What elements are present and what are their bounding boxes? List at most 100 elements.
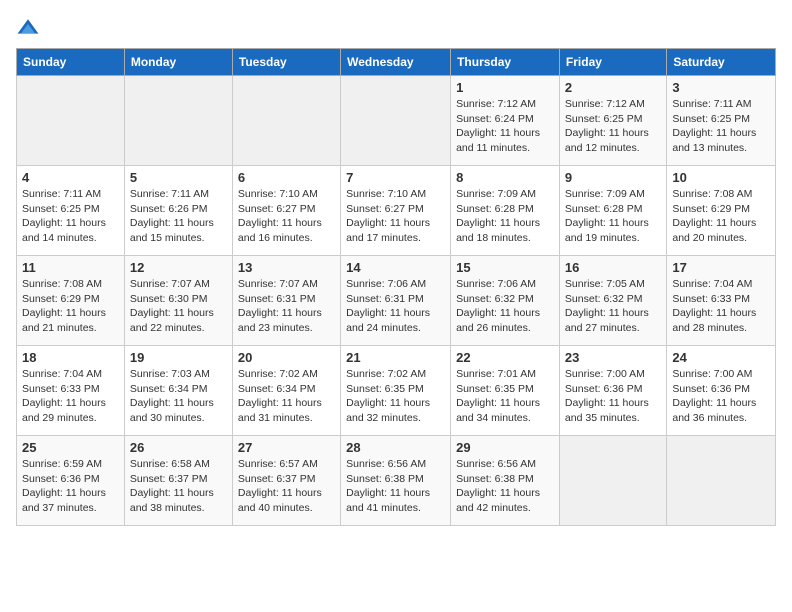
day-number: 5 xyxy=(130,170,227,185)
day-info: Sunrise: 6:57 AM Sunset: 6:37 PM Dayligh… xyxy=(238,457,335,516)
day-number: 24 xyxy=(672,350,770,365)
day-cell: 16 Sunrise: 7:05 AM Sunset: 6:32 PM Dayli… xyxy=(559,256,666,346)
day-number: 18 xyxy=(22,350,119,365)
day-cell: 6 Sunrise: 7:10 AM Sunset: 6:27 PM Daylig… xyxy=(232,166,340,256)
day-cell: 2 Sunrise: 7:12 AM Sunset: 6:25 PM Daylig… xyxy=(559,76,666,166)
day-cell: 7 Sunrise: 7:10 AM Sunset: 6:27 PM Daylig… xyxy=(341,166,451,256)
day-cell: 5 Sunrise: 7:11 AM Sunset: 6:26 PM Daylig… xyxy=(124,166,232,256)
day-info: Sunrise: 7:09 AM Sunset: 6:28 PM Dayligh… xyxy=(565,187,661,246)
day-info: Sunrise: 7:11 AM Sunset: 6:25 PM Dayligh… xyxy=(22,187,119,246)
day-info: Sunrise: 7:12 AM Sunset: 6:25 PM Dayligh… xyxy=(565,97,661,156)
col-header-monday: Monday xyxy=(124,49,232,76)
week-row-4: 18 Sunrise: 7:04 AM Sunset: 6:33 PM Dayli… xyxy=(17,346,776,436)
day-number: 13 xyxy=(238,260,335,275)
day-info: Sunrise: 7:08 AM Sunset: 6:29 PM Dayligh… xyxy=(672,187,770,246)
day-info: Sunrise: 7:03 AM Sunset: 6:34 PM Dayligh… xyxy=(130,367,227,426)
day-cell: 1 Sunrise: 7:12 AM Sunset: 6:24 PM Daylig… xyxy=(451,76,560,166)
day-number: 16 xyxy=(565,260,661,275)
day-number: 10 xyxy=(672,170,770,185)
day-number: 25 xyxy=(22,440,119,455)
day-cell: 14Sunrise: 7:06 AM Sunset: 6:31 PM Dayli… xyxy=(341,256,451,346)
day-number: 17 xyxy=(672,260,770,275)
week-row-2: 4 Sunrise: 7:11 AM Sunset: 6:25 PM Daylig… xyxy=(17,166,776,256)
day-info: Sunrise: 7:04 AM Sunset: 6:33 PM Dayligh… xyxy=(672,277,770,336)
day-info: Sunrise: 7:11 AM Sunset: 6:25 PM Dayligh… xyxy=(672,97,770,156)
day-cell: 17 Sunrise: 7:04 AM Sunset: 6:33 PM Dayli… xyxy=(667,256,776,346)
day-cell: 13Sunrise: 7:07 AM Sunset: 6:31 PM Dayli… xyxy=(232,256,340,346)
page-header xyxy=(16,16,776,40)
logo xyxy=(16,16,44,40)
day-cell: 24 Sunrise: 7:00 AM Sunset: 6:36 PM Dayli… xyxy=(667,346,776,436)
day-cell: 25Sunrise: 6:59 AM Sunset: 6:36 PM Dayli… xyxy=(17,436,125,526)
day-number: 1 xyxy=(456,80,554,95)
day-cell: 29Sunrise: 6:56 AM Sunset: 6:38 PM Dayli… xyxy=(451,436,560,526)
day-number: 15 xyxy=(456,260,554,275)
day-cell: 22Sunrise: 7:01 AM Sunset: 6:35 PM Dayli… xyxy=(451,346,560,436)
day-info: Sunrise: 7:07 AM Sunset: 6:30 PM Dayligh… xyxy=(130,277,227,336)
day-cell xyxy=(341,76,451,166)
day-info: Sunrise: 7:04 AM Sunset: 6:33 PM Dayligh… xyxy=(22,367,119,426)
day-number: 2 xyxy=(565,80,661,95)
day-info: Sunrise: 7:06 AM Sunset: 6:32 PM Dayligh… xyxy=(456,277,554,336)
day-cell: 4 Sunrise: 7:11 AM Sunset: 6:25 PM Daylig… xyxy=(17,166,125,256)
day-info: Sunrise: 7:00 AM Sunset: 6:36 PM Dayligh… xyxy=(672,367,770,426)
day-cell: 23Sunrise: 7:00 AM Sunset: 6:36 PM Dayli… xyxy=(559,346,666,436)
col-header-saturday: Saturday xyxy=(667,49,776,76)
col-header-tuesday: Tuesday xyxy=(232,49,340,76)
day-info: Sunrise: 6:58 AM Sunset: 6:37 PM Dayligh… xyxy=(130,457,227,516)
day-cell: 18 Sunrise: 7:04 AM Sunset: 6:33 PM Dayli… xyxy=(17,346,125,436)
day-info: Sunrise: 7:05 AM Sunset: 6:32 PM Dayligh… xyxy=(565,277,661,336)
day-number: 14 xyxy=(346,260,445,275)
col-header-wednesday: Wednesday xyxy=(341,49,451,76)
day-number: 3 xyxy=(672,80,770,95)
day-number: 6 xyxy=(238,170,335,185)
day-cell: 28 Sunrise: 6:56 AM Sunset: 6:38 PM Dayli… xyxy=(341,436,451,526)
day-number: 9 xyxy=(565,170,661,185)
day-cell: 19 Sunrise: 7:03 AM Sunset: 6:34 PM Dayli… xyxy=(124,346,232,436)
day-info: Sunrise: 7:02 AM Sunset: 6:34 PM Dayligh… xyxy=(238,367,335,426)
day-cell: 27 Sunrise: 6:57 AM Sunset: 6:37 PM Dayli… xyxy=(232,436,340,526)
day-cell: 9 Sunrise: 7:09 AM Sunset: 6:28 PM Daylig… xyxy=(559,166,666,256)
calendar-header: SundayMondayTuesdayWednesdayThursdayFrid… xyxy=(17,49,776,76)
day-cell: 8 Sunrise: 7:09 AM Sunset: 6:28 PM Daylig… xyxy=(451,166,560,256)
day-info: Sunrise: 7:09 AM Sunset: 6:28 PM Dayligh… xyxy=(456,187,554,246)
day-cell: 12 Sunrise: 7:07 AM Sunset: 6:30 PM Dayli… xyxy=(124,256,232,346)
logo-icon xyxy=(16,16,40,40)
day-info: Sunrise: 7:10 AM Sunset: 6:27 PM Dayligh… xyxy=(238,187,335,246)
calendar-body: 1 Sunrise: 7:12 AM Sunset: 6:24 PM Daylig… xyxy=(17,76,776,526)
day-cell xyxy=(124,76,232,166)
day-number: 12 xyxy=(130,260,227,275)
day-info: Sunrise: 7:08 AM Sunset: 6:29 PM Dayligh… xyxy=(22,277,119,336)
day-number: 27 xyxy=(238,440,335,455)
day-cell: 10 Sunrise: 7:08 AM Sunset: 6:29 PM Dayli… xyxy=(667,166,776,256)
week-row-5: 25Sunrise: 6:59 AM Sunset: 6:36 PM Dayli… xyxy=(17,436,776,526)
col-header-friday: Friday xyxy=(559,49,666,76)
day-number: 8 xyxy=(456,170,554,185)
day-cell xyxy=(559,436,666,526)
day-cell xyxy=(232,76,340,166)
day-number: 21 xyxy=(346,350,445,365)
day-number: 19 xyxy=(130,350,227,365)
day-cell: 21 Sunrise: 7:02 AM Sunset: 6:35 PM Dayli… xyxy=(341,346,451,436)
day-cell: 3 Sunrise: 7:11 AM Sunset: 6:25 PM Daylig… xyxy=(667,76,776,166)
day-info: Sunrise: 7:02 AM Sunset: 6:35 PM Dayligh… xyxy=(346,367,445,426)
day-info: Sunrise: 7:12 AM Sunset: 6:24 PM Dayligh… xyxy=(456,97,554,156)
week-row-1: 1 Sunrise: 7:12 AM Sunset: 6:24 PM Daylig… xyxy=(17,76,776,166)
day-number: 11 xyxy=(22,260,119,275)
day-info: Sunrise: 7:11 AM Sunset: 6:26 PM Dayligh… xyxy=(130,187,227,246)
day-number: 4 xyxy=(22,170,119,185)
day-cell xyxy=(17,76,125,166)
day-number: 28 xyxy=(346,440,445,455)
day-info: Sunrise: 7:10 AM Sunset: 6:27 PM Dayligh… xyxy=(346,187,445,246)
day-info: Sunrise: 6:56 AM Sunset: 6:38 PM Dayligh… xyxy=(346,457,445,516)
header-row: SundayMondayTuesdayWednesdayThursdayFrid… xyxy=(17,49,776,76)
day-cell: 20 Sunrise: 7:02 AM Sunset: 6:34 PM Dayli… xyxy=(232,346,340,436)
day-number: 7 xyxy=(346,170,445,185)
day-cell: 26 Sunrise: 6:58 AM Sunset: 6:37 PM Dayli… xyxy=(124,436,232,526)
day-cell: 15 Sunrise: 7:06 AM Sunset: 6:32 PM Dayli… xyxy=(451,256,560,346)
day-number: 22 xyxy=(456,350,554,365)
day-number: 20 xyxy=(238,350,335,365)
day-info: Sunrise: 6:56 AM Sunset: 6:38 PM Dayligh… xyxy=(456,457,554,516)
day-number: 26 xyxy=(130,440,227,455)
week-row-3: 11 Sunrise: 7:08 AM Sunset: 6:29 PM Dayli… xyxy=(17,256,776,346)
